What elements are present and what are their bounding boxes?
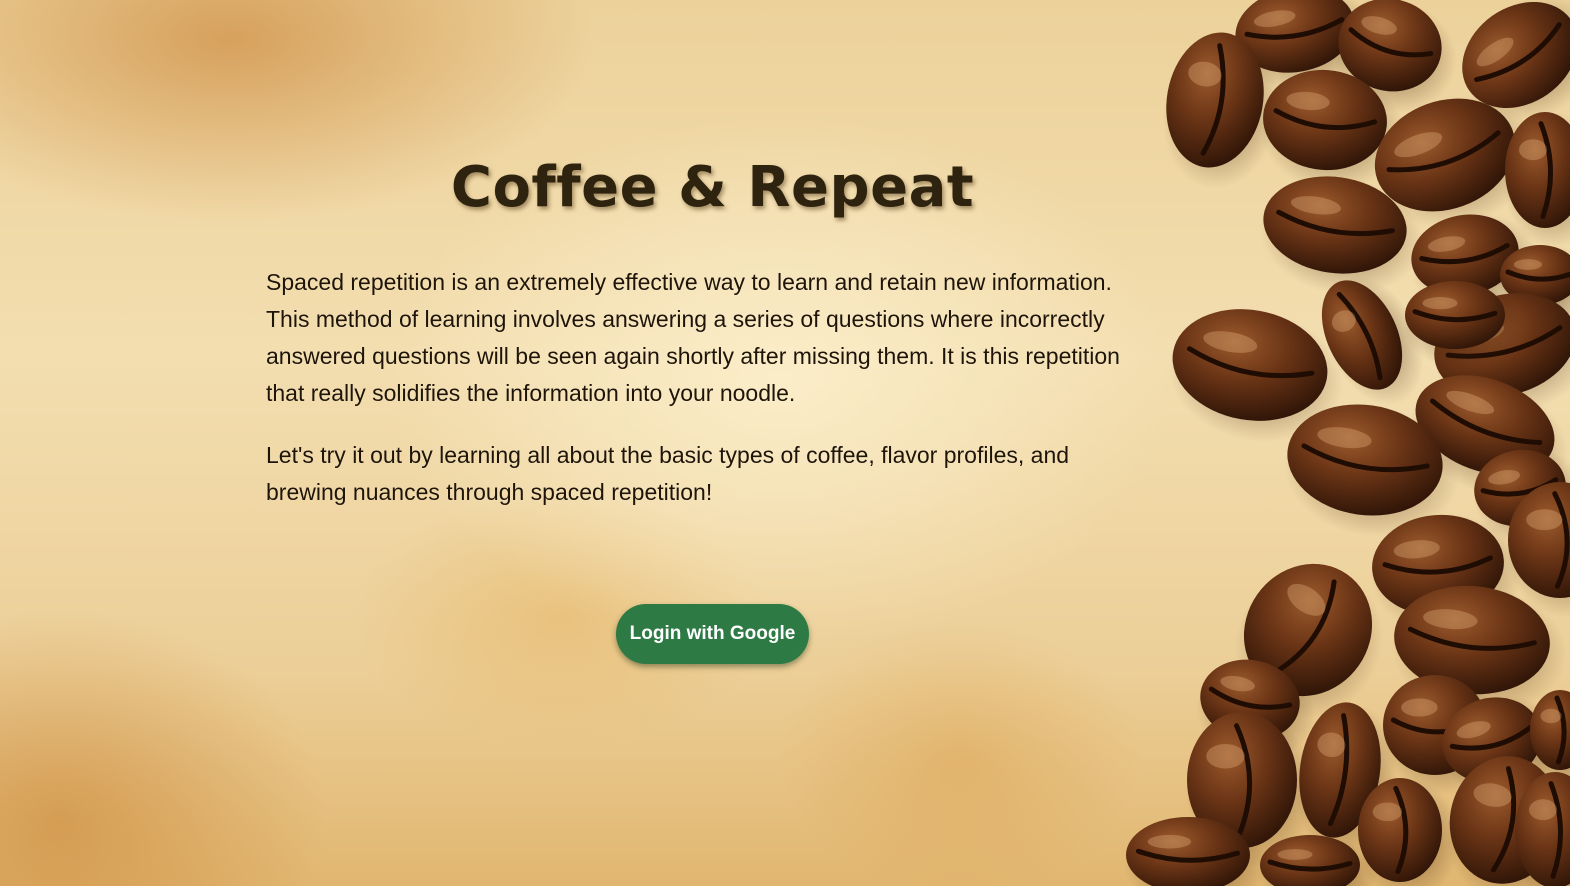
landing-content: Coffee & Repeat Spaced repetition is an … <box>0 0 1570 886</box>
intro-text: Spaced repetition is an extremely effect… <box>266 264 1126 536</box>
intro-paragraph-1: Spaced repetition is an extremely effect… <box>266 269 1120 406</box>
login-with-google-button[interactable]: Login with Google <box>616 604 809 664</box>
intro-paragraph-2: Let's try it out by learning all about t… <box>266 442 1070 505</box>
page-title: Coffee & Repeat <box>450 155 975 220</box>
